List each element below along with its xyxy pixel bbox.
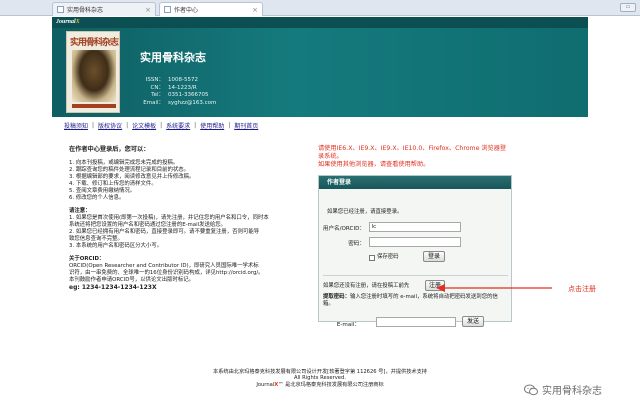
email-input[interactable] [376,317,456,327]
nav-link-template[interactable]: 论文模板 [132,121,156,130]
send-button[interactable]: 发送 [462,316,484,327]
window-menu-button[interactable]: ▭ [620,3,636,12]
annotation-text: 点击注册 [568,285,596,293]
login-divider [323,275,508,276]
nav-link-system-req[interactable]: 系统要求 [166,121,190,130]
header-strip [52,17,588,28]
nav-link-home[interactable]: 期刊首页 [234,121,258,130]
nav-separator: | [194,121,197,129]
password-input[interactable] [369,237,461,247]
author-login-panel: 作者登录 如果您已经注册，请直接登录。 用户名/ORCID： 密码： 保存密码 … [318,175,512,322]
info-row: Email： syghzz@163.com [134,100,216,108]
nav-link-copyright[interactable]: 版权协议 [98,121,122,130]
info-value: 1008-5572 [168,77,198,83]
username-label: 用户名/ORCID： [322,226,365,232]
feature-item: 2. 跟踪查询您的稿件处理流程记录和目前的状态。 [69,167,190,173]
warning-line: 录系统。 [318,153,343,160]
wechat-icon [524,384,538,395]
browser-tab-active[interactable]: 作者中心 × [159,2,263,16]
info-row: ISSN： 1008-5572 [134,77,216,85]
nav-link-submission-guide[interactable]: 投稿须知 [64,121,88,130]
info-row: Tel： 0351-3366705 [134,92,216,100]
top-nav: 投稿须知 | 版权协议 | 论文模板 | 系统要求 | 使用帮助 | 期刊首页 [52,119,588,131]
cover-footer-bar [72,104,116,108]
journalx-logo: JournalX [56,19,80,25]
orcid-example: eg: 1234-1234-1234-123X [69,284,157,291]
journal-cover: 实用骨科杂志 [66,31,120,113]
notice-line: 3. 本系统的用户名和密码区分大小写。 [69,243,163,249]
notice-heading: 请注意： [69,208,91,214]
nav-link-help[interactable]: 使用帮助 [200,121,224,130]
browser-tab-label: 实用骨科杂志 [67,7,104,14]
feature-item: 3. 根据编辑部的要求，阅读修改意见并上传修改稿。 [69,174,195,180]
remember-password-checkbox[interactable] [369,255,375,261]
info-key: CN： [150,84,164,91]
register-prompt: 如果您还没有注册，请在投稿工前先 [323,283,410,289]
forgot-password-text-tail: 箱。 [323,301,334,307]
logo-text: Journal [56,19,76,25]
login-panel-title: 作者登录 [319,176,511,189]
page-icon [57,6,64,13]
footer-trademark-text: ™ 是北京玛格泰克科技发展有限公司注册商标 [278,381,384,388]
browser-tab[interactable]: 实用骨科杂志 × [52,2,156,16]
notice-line: 致您信息查询不完整。 [69,236,123,242]
watermark-text: 实用骨科杂志 [542,386,602,397]
info-key: ISSN： [145,77,164,83]
page-icon [164,6,171,13]
feature-item: 6. 修改您的个人信息。 [69,195,125,201]
info-value: syghzz@163.com [168,99,217,106]
username-input[interactable] [369,222,461,232]
features-heading: 在作者中心登录后，您可以： [69,146,150,153]
password-label: 密码： [348,241,365,247]
nav-separator: | [160,121,163,129]
feature-item: 1. 向本刊投稿，或编辑完成您未完成的投稿。 [69,160,179,166]
journal-title: 实用骨科杂志 [140,51,206,64]
orcid-heading: 关于ORCID： [69,256,105,262]
footer-trademark: JournalX™ 是北京玛格泰克科技发展有限公司注册商标 [150,382,490,388]
info-value: 14-1223/R [168,84,197,91]
browser-warning: 请使用IE6.X、IE9.X、IE9.X、IE10.0、Firefox、Chro… [318,145,588,169]
remember-password-label: 保存密码 [377,254,399,260]
nav-separator: | [126,121,129,129]
warning-line: 请使用IE6.X、IE9.X、IE9.X、IE10.0、Firefox、Chro… [318,145,507,152]
feature-item: 4. 下载、修订和上传您的清样文件。 [69,181,157,187]
page-footer: 本系统由北京玛格泰克科技发展有限公司设计开发[软著登字第 112626 号]，并… [150,369,490,388]
annotation-arrow [436,284,552,292]
nav-separator: | [92,121,95,129]
forgot-password-note: 提取密码：输入您注册时填写的 e-mail，系统将自动把密码发送到您的信箱。 [323,294,511,308]
notice-line: 1. 如果您是首次使用(即第一次投稿)，请先注册，并记住您的用户名和口令，同时本 [69,215,269,221]
email-label: E-mail： [336,322,360,328]
journal-header: JournalX 实用骨科杂志 实用骨科杂志 ISSN： 1008-5572 CN… [52,17,588,117]
logo-x: X [75,19,80,25]
orcid-line: ORCID(Open Researcher and Contributor ID… [69,263,259,269]
footer-trademark-name: Journal [256,381,275,388]
browser-tab-bar: 实用骨科杂志 × 作者中心 × ▭ [0,0,640,16]
browser-tab-label: 作者中心 [174,7,199,14]
feature-item: 5. 查阅文章费用缴纳情况。 [69,188,136,194]
login-button[interactable]: 登录 [423,251,445,262]
forgot-password-text: 输入您注册时填写的 e-mail，系统将自动把密码发送到您的信 [349,294,498,300]
notice-line: 2. 如果您已经拥有用户名和密码，直接登录即可。请不要重复注册，否则可能导 [69,229,260,235]
notice-line: 系统还将把您设置的用户名和密码通过您注册的E-mail发送给您。 [69,222,227,228]
info-row: CN： 14-1223/R [134,85,216,93]
nav-separator: | [228,121,231,129]
warning-line: 如果使用其他浏览器，请查看使用帮助。 [318,161,430,168]
info-key: Email： [143,99,164,106]
info-value: 0351-3366705 [168,92,209,99]
orcid-line: 本刊鼓励作者申请ORCID号，以供论文出版时标记。 [69,277,195,283]
cover-title: 实用骨科杂志 [70,37,119,47]
author-info-panel: 在作者中心登录后，您可以： 1. 向本刊投稿，或编辑完成您未完成的投稿。 2. … [69,146,294,291]
orcid-line: 识符，由一串免费的、全球唯一的16位身份识别码构成，详见http://orcid… [69,270,264,276]
info-key: Tel： [151,92,164,99]
forgot-password-heading: 提取密码： [323,294,350,300]
journal-info: ISSN： 1008-5572 CN： 14-1223/R Tel： 0351-336… [134,77,216,107]
cover-image [72,50,116,102]
login-note: 如果您已经注册，请直接登录。 [327,209,403,215]
wechat-watermark: 实用骨科杂志 [524,382,602,397]
close-icon[interactable]: × [145,6,151,14]
close-icon[interactable]: × [252,6,258,14]
